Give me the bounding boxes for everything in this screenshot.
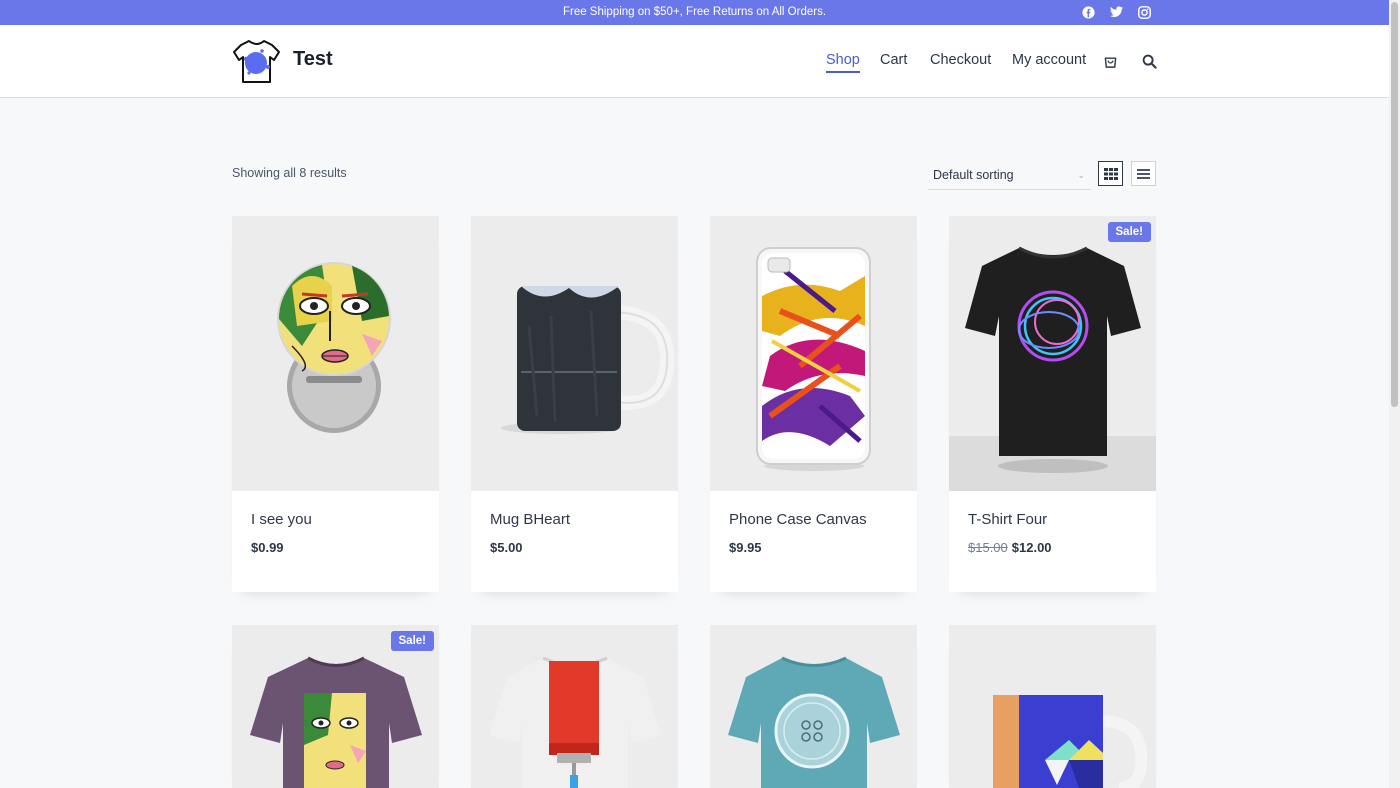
product-current-price: $5.00 bbox=[490, 540, 523, 555]
product-old-price: $15.00 bbox=[968, 540, 1008, 555]
instagram-icon[interactable] bbox=[1137, 5, 1151, 19]
site-title[interactable]: Test bbox=[293, 48, 333, 71]
product-name[interactable]: T-Shirt Four bbox=[968, 511, 1047, 528]
results-count: Showing all 8 results bbox=[232, 166, 347, 180]
product-price: $5.00 bbox=[490, 540, 523, 555]
product-card[interactable]: Mug BHeart $5.00 bbox=[471, 216, 678, 592]
product-image[interactable] bbox=[710, 216, 917, 491]
product-current-price: $9.95 bbox=[729, 540, 762, 555]
product-image[interactable] bbox=[949, 216, 1156, 491]
product-price: $9.95 bbox=[729, 540, 762, 555]
product-current-price: $12.00 bbox=[1011, 540, 1052, 555]
product-name[interactable]: Mug BHeart bbox=[490, 511, 570, 528]
scrollbar-thumb[interactable] bbox=[1391, 2, 1398, 407]
announcement-text: Free Shipping on $50+, Free Returns on A… bbox=[562, 6, 827, 18]
announcement-bar: Free Shipping on $50+, Free Returns on A… bbox=[0, 0, 1389, 25]
product-card[interactable] bbox=[949, 625, 1156, 788]
product-card[interactable] bbox=[471, 625, 678, 788]
product-card[interactable]: Sale! bbox=[232, 625, 439, 788]
sort-select[interactable]: Default sorting ⌄ bbox=[928, 160, 1091, 190]
nav-shop[interactable]: Shop bbox=[826, 52, 860, 73]
grid-view-icon[interactable] bbox=[1098, 161, 1123, 186]
product-name[interactable]: I see you bbox=[251, 511, 312, 528]
twitter-icon[interactable] bbox=[1109, 5, 1123, 19]
page-scrollbar[interactable] bbox=[1389, 0, 1400, 788]
site-logo[interactable] bbox=[232, 37, 282, 87]
product-card[interactable]: Phone Case Canvas $9.95 bbox=[710, 216, 917, 592]
product-card[interactable]: Sale! T-Shirt Four $15.00 $12.00 bbox=[949, 216, 1156, 592]
product-price: $15.00 $12.00 bbox=[968, 540, 1052, 555]
chevron-down-icon: ⌄ bbox=[1077, 170, 1085, 180]
sale-badge: Sale! bbox=[390, 631, 434, 651]
product-card[interactable] bbox=[710, 625, 917, 788]
list-view-icon[interactable] bbox=[1131, 161, 1156, 186]
cart-icon[interactable] bbox=[1101, 52, 1119, 70]
product-current-price: $0.99 bbox=[251, 540, 284, 555]
nav-checkout[interactable]: Checkout bbox=[930, 52, 991, 68]
nav-cart[interactable]: Cart bbox=[880, 52, 907, 68]
product-image[interactable] bbox=[949, 625, 1156, 788]
facebook-icon[interactable] bbox=[1081, 5, 1095, 19]
sort-selected-label: Default sorting bbox=[933, 168, 1014, 182]
product-image[interactable] bbox=[471, 216, 678, 491]
sale-badge: Sale! bbox=[1107, 222, 1151, 242]
product-image[interactable] bbox=[232, 216, 439, 491]
product-image[interactable] bbox=[471, 625, 678, 788]
product-card[interactable]: I see you $0.99 bbox=[232, 216, 439, 592]
nav-my-account[interactable]: My account bbox=[1012, 52, 1086, 68]
product-name[interactable]: Phone Case Canvas bbox=[729, 511, 867, 528]
product-image[interactable] bbox=[710, 625, 917, 788]
product-price: $0.99 bbox=[251, 540, 284, 555]
site-header: Test Shop Cart Checkout My account bbox=[0, 25, 1389, 98]
search-icon[interactable] bbox=[1140, 52, 1158, 70]
